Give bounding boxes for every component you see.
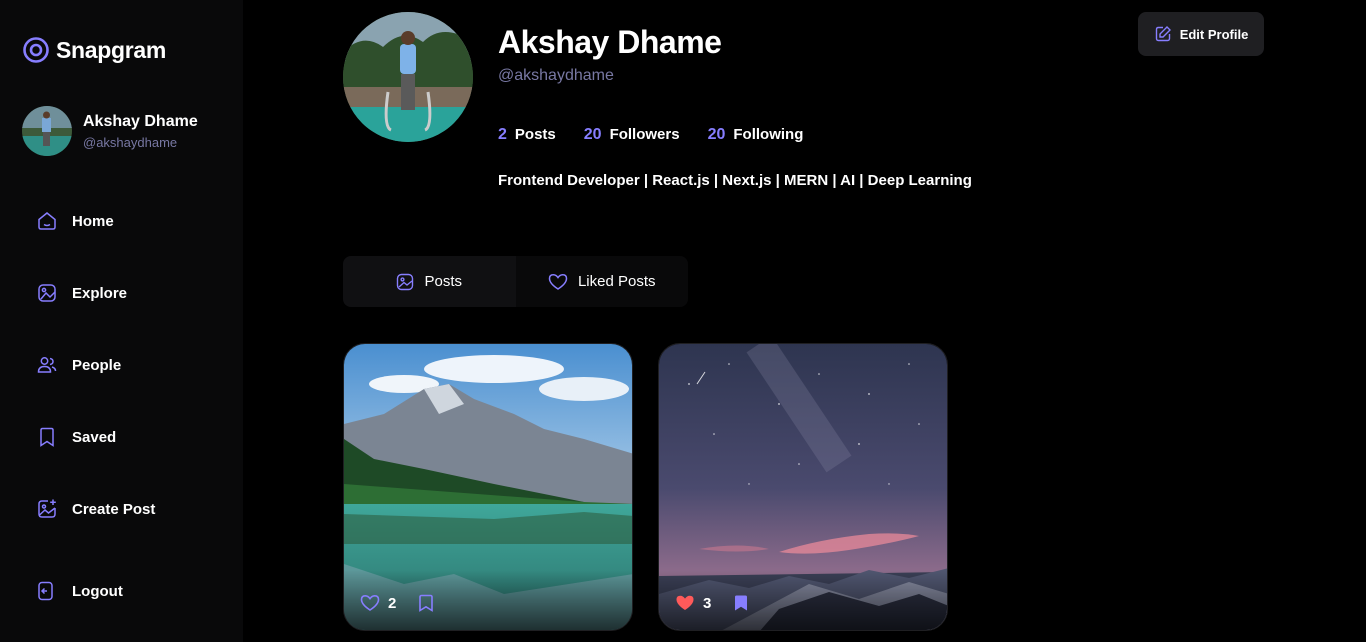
saved-icon — [40, 427, 54, 447]
home-icon — [38, 212, 56, 230]
logout-icon — [38, 581, 53, 601]
profile-tabs: Posts Liked Posts — [343, 256, 688, 307]
sidebar-profile[interactable]: Akshay Dhame @akshaydhame — [22, 106, 198, 156]
avatar — [22, 106, 72, 156]
heart-icon — [548, 273, 568, 290]
people-icon — [37, 357, 57, 373]
tab-label: Posts — [424, 273, 462, 290]
sidebar-item-label: Saved — [72, 428, 117, 446]
following-label: Following — [733, 126, 804, 143]
tab-liked-posts[interactable]: Liked Posts — [515, 256, 688, 307]
sidebar-item-label: Logout — [72, 582, 123, 600]
bookmark-icon[interactable] — [418, 594, 434, 612]
bookmark-filled-icon[interactable] — [733, 594, 749, 612]
edit-icon — [1155, 26, 1171, 42]
post-stats: 3 — [675, 594, 749, 612]
profile-stats: 2 Posts 20 Followers 20 Following — [498, 126, 803, 144]
explore-icon — [38, 284, 56, 302]
profile-avatar — [343, 12, 473, 142]
post-stats: 2 — [360, 594, 434, 612]
posts-stat: 2 Posts — [498, 126, 556, 144]
followers-stat: 20 Followers — [584, 126, 680, 144]
sidebar-item-explore[interactable]: Explore — [36, 282, 127, 304]
tab-posts[interactable]: Posts — [343, 256, 516, 307]
sidebar-item-label: People — [72, 356, 122, 374]
app-logo[interactable]: Snapgram — [22, 36, 166, 64]
create-post-icon — [38, 499, 56, 518]
followers-count: 20 — [583, 126, 602, 143]
like-count: 2 — [388, 594, 397, 612]
profile-handle: @akshaydhame — [498, 67, 614, 84]
post-card[interactable]: 2 — [343, 343, 633, 631]
sidebar-item-saved[interactable]: Saved — [36, 426, 116, 448]
posts-count: 2 — [498, 126, 507, 143]
posts-label: Posts — [514, 126, 556, 143]
edit-profile-label: Edit Profile — [1179, 26, 1249, 42]
followers-label: Followers — [609, 126, 680, 143]
edit-profile-button[interactable]: Edit Profile — [1138, 12, 1264, 56]
sidebar-user-handle: @akshaydhame — [83, 134, 178, 150]
sidebar-item-label: Explore — [72, 284, 128, 302]
profile-bio: Frontend Developer | React.js | Next.js … — [498, 172, 972, 189]
sidebar: Snapgram Akshay Dhame @akshaydhame Home — [0, 0, 243, 642]
sidebar-item-label: Create Post — [72, 500, 156, 518]
sidebar-item-people[interactable]: People — [36, 354, 121, 376]
following-count: 20 — [707, 126, 726, 143]
app-title: Snapgram — [56, 36, 167, 63]
like-icon[interactable] — [360, 594, 380, 612]
like-count: 3 — [703, 594, 712, 612]
posts-icon — [397, 273, 414, 290]
sidebar-item-create-post[interactable]: Create Post — [36, 498, 155, 520]
post-card[interactable]: 3 — [658, 343, 948, 631]
tab-label: Liked Posts — [577, 273, 656, 290]
sidebar-item-label: Home — [72, 212, 114, 230]
logo-icon — [23, 37, 49, 63]
liked-heart-icon[interactable] — [675, 594, 695, 612]
sidebar-user-name: Akshay Dhame — [83, 112, 198, 130]
sidebar-item-home[interactable]: Home — [36, 210, 114, 232]
following-stat: 20 Following — [708, 126, 804, 144]
sidebar-item-logout[interactable]: Logout — [36, 580, 123, 602]
profile-name: Akshay Dhame — [498, 24, 722, 60]
